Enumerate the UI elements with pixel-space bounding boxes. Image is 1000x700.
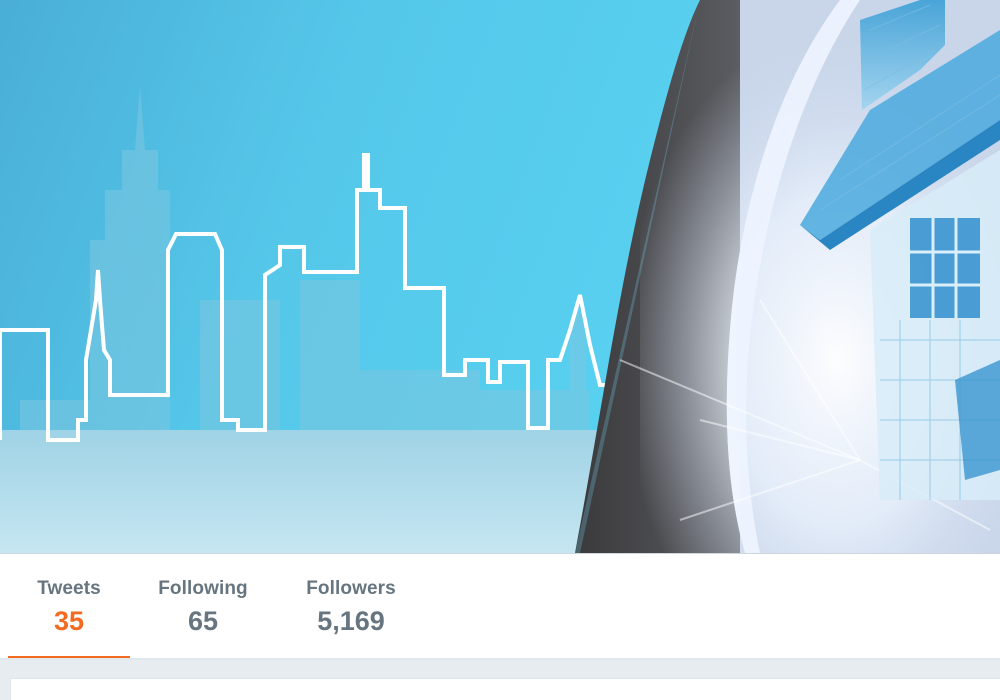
followers-count: 5,169: [317, 606, 385, 636]
followers-stat-tab[interactable]: Followers 5,169: [294, 554, 408, 658]
following-stat-tab[interactable]: Following 65: [148, 554, 258, 658]
profile-page: Tweets 35 Following 65 Followers 5,169: [0, 0, 1000, 700]
tweets-stat-tab[interactable]: Tweets 35: [8, 554, 130, 659]
tweets-count: 35: [53, 606, 85, 636]
following-count: 65: [187, 606, 219, 636]
tweets-label: Tweets: [37, 578, 101, 599]
timeline-card: [10, 678, 1000, 700]
following-label: Following: [158, 578, 248, 599]
profile-stats-nav: Tweets 35 Following 65 Followers 5,169: [0, 553, 1000, 661]
header-banner-image: [0, 0, 1000, 553]
followers-label: Followers: [306, 578, 396, 599]
